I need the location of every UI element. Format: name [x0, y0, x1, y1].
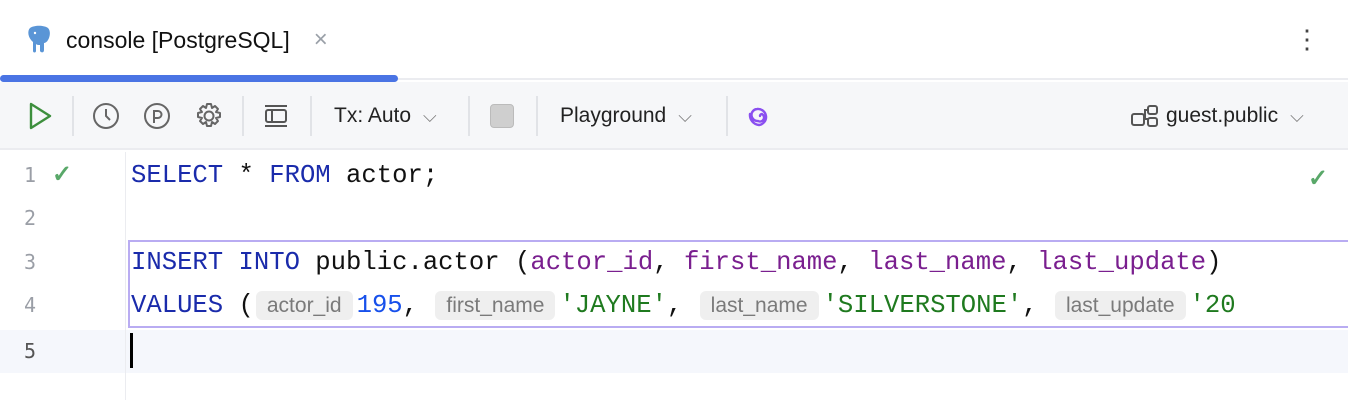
line-number: 5 — [24, 339, 37, 363]
line-number: 1 — [24, 163, 37, 187]
number-literal: 195 — [356, 291, 403, 320]
ai-assistant-button[interactable] — [746, 82, 774, 150]
sql-editor[interactable]: 1 2 3 4 5 ✓ ✓ SELECT * FROM actor; INSER… — [0, 152, 1348, 400]
divider — [242, 96, 244, 136]
settings-button[interactable] — [194, 82, 224, 150]
column-name: actor_id — [530, 248, 654, 277]
schema-icon — [1131, 105, 1158, 127]
postgresql-icon — [28, 25, 50, 53]
code-text: ( — [223, 291, 254, 320]
clock-icon — [93, 103, 119, 129]
close-icon[interactable]: × — [314, 26, 328, 54]
code-text: public.actor ( — [299, 248, 531, 277]
parameters-button[interactable] — [142, 82, 172, 150]
keyword: INTO — [238, 248, 300, 277]
active-tab-indicator — [0, 75, 398, 82]
code-line-1: SELECT * FROM actor; — [131, 154, 438, 197]
ai-spiral-icon — [748, 107, 768, 127]
code-line-3: INSERT INTO public.actor (actor_id, firs… — [131, 241, 1222, 284]
play-icon — [29, 102, 52, 130]
column-name: last_update — [1037, 248, 1207, 277]
playground-dropdown[interactable]: Playground ⌵ — [560, 82, 692, 150]
inspection-ok-check-icon[interactable]: ✓ — [1308, 164, 1328, 193]
code-text: , — [653, 248, 684, 277]
divider — [72, 96, 74, 136]
layout-button[interactable] — [262, 82, 290, 150]
history-button[interactable] — [91, 82, 121, 150]
code-text: , — [1006, 248, 1038, 277]
code-text: actor; — [330, 161, 439, 190]
chevron-down-icon: ⌵ — [1290, 105, 1304, 126]
p-icon — [144, 103, 170, 129]
keyword: FROM — [269, 161, 331, 190]
line-number: 2 — [24, 206, 37, 230]
keyword: SELECT — [131, 161, 224, 190]
chevron-down-icon: ⌵ — [678, 105, 692, 126]
parameter-hint: first_name — [435, 291, 556, 320]
toolbar: Tx: Auto ⌵ Playground ⌵ guest.public ⌵ — [0, 82, 1348, 150]
current-line-highlight — [0, 330, 1348, 373]
string-literal: 'JAYNE' — [559, 291, 667, 320]
code-text: ) — [1206, 248, 1222, 277]
parameter-hint: actor_id — [255, 291, 353, 320]
schema-selector[interactable]: guest.public ⌵ — [1130, 82, 1304, 150]
column-name: first_name — [683, 248, 838, 277]
line-number: 3 — [24, 250, 37, 274]
stop-icon — [490, 104, 514, 128]
tab-console-postgresql[interactable]: console [PostgreSQL] × — [0, 0, 398, 82]
tab-title: console [PostgreSQL] — [66, 26, 290, 53]
line-number: 4 — [24, 293, 37, 317]
code-text: , — [666, 291, 698, 320]
execution-success-check-icon: ✓ — [52, 161, 73, 188]
divider — [726, 96, 728, 136]
more-options-icon[interactable]: ⋮ — [1294, 24, 1320, 54]
panel-layout-icon — [265, 105, 287, 127]
divider — [536, 96, 538, 136]
playground-label: Playground — [560, 104, 667, 127]
string-literal: 'SILVERSTONE' — [822, 291, 1023, 320]
code-text: , — [402, 291, 434, 320]
schema-label: guest.public — [1166, 104, 1279, 127]
code-text: * — [223, 161, 270, 190]
text-caret — [130, 333, 133, 368]
keyword: VALUES — [131, 291, 224, 320]
code-text: , — [1022, 291, 1053, 320]
transaction-mode-dropdown[interactable]: Tx: Auto ⌵ — [334, 82, 437, 150]
stop-button[interactable] — [490, 82, 514, 150]
editor-tab-bar: console [PostgreSQL] × ⋮ — [0, 0, 1348, 82]
parameter-hint: last_update — [1054, 291, 1186, 320]
divider — [468, 96, 470, 136]
code-text: , — [837, 248, 869, 277]
code-line-4: VALUES (actor_id 195, first_name 'JAYNE', … — [131, 284, 1236, 327]
run-button[interactable] — [26, 82, 54, 150]
gutter: 1 2 3 4 5 — [0, 152, 126, 400]
parameter-hint: last_name — [699, 291, 819, 320]
keyword: INSERT — [131, 248, 224, 277]
chevron-down-icon: ⌵ — [423, 105, 437, 126]
column-name: last_name — [868, 248, 1007, 277]
divider — [310, 96, 312, 136]
gear-icon — [197, 103, 221, 127]
string-literal: '20 — [1189, 291, 1236, 320]
transaction-mode-label: Tx: Auto — [334, 104, 412, 127]
